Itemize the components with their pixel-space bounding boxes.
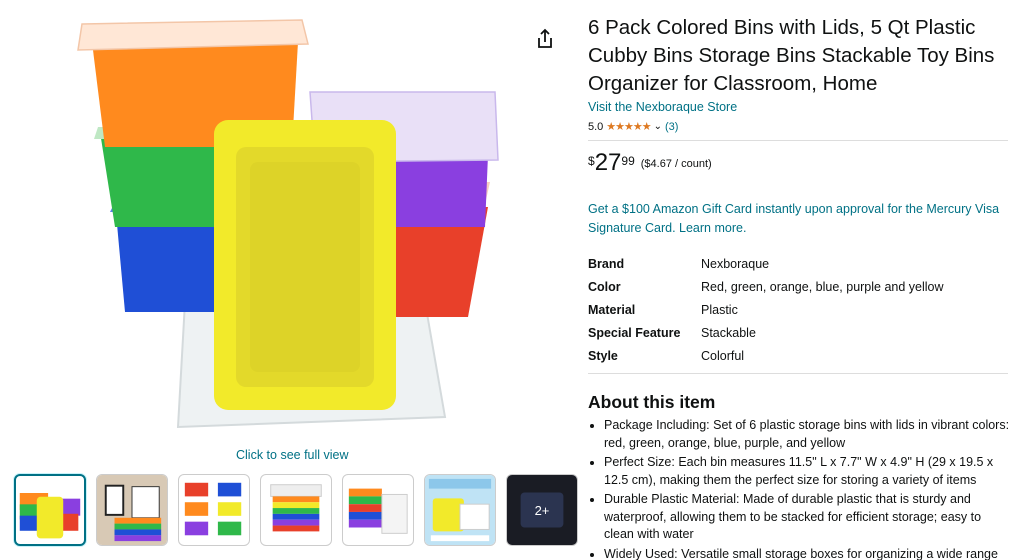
star-rating-icon[interactable]: ★★★★★	[606, 120, 651, 133]
spec-row: Color Red, green, orange, blue, purple a…	[588, 275, 1010, 298]
more-thumbnails-count: 2+	[534, 502, 550, 518]
main-product-image[interactable]	[70, 12, 510, 432]
spec-table: Brand Nexboraque Color Red, green, orang…	[588, 252, 1010, 367]
about-bullet: Perfect Size: Each bin measures 11.5" L …	[604, 454, 1010, 489]
divider	[588, 140, 1008, 141]
about-bullets: Package Including: Set of 6 plastic stor…	[588, 417, 1010, 560]
price: $ 27 99 ($4.67 / count)	[588, 151, 1010, 175]
rating-row: 5.0 ★★★★★ ⌄ (3)	[588, 120, 1010, 134]
spec-key: Style	[588, 348, 618, 363]
spec-row: Material Plastic	[588, 298, 1010, 321]
spec-key: Brand	[588, 256, 625, 271]
spec-value: Colorful	[701, 348, 745, 363]
product-title: 6 Pack Colored Bins with Lids, 5 Qt Plas…	[588, 16, 995, 95]
about-bullet: Package Including: Set of 6 plastic stor…	[604, 417, 1010, 452]
spec-value: Red, green, orange, blue, purple and yel…	[701, 279, 944, 294]
thumbnail-more[interactable]: 2+	[506, 474, 578, 546]
thumbnail-6[interactable]	[424, 474, 496, 546]
price-whole: 27	[594, 149, 622, 176]
spec-value: Plastic	[701, 302, 738, 317]
about-heading: About this item	[588, 392, 716, 412]
promo-link[interactable]: Get a $100 Amazon Gift Card instantly up…	[588, 200, 1010, 238]
thumbnail-3[interactable]	[178, 474, 250, 546]
thumbnail-1[interactable]	[14, 474, 86, 546]
thumbnail-strip: 2+	[14, 474, 578, 546]
spec-row: Brand Nexboraque	[588, 252, 1010, 275]
thumbnail-2[interactable]	[96, 474, 168, 546]
price-per-unit: ($4.67 / count)	[640, 158, 712, 170]
price-symbol: $	[588, 154, 595, 168]
about-bullet: Durable Plastic Material: Made of durabl…	[604, 491, 1010, 544]
chevron-down-icon[interactable]: ⌄	[654, 121, 662, 132]
spec-value: Stackable	[701, 325, 756, 340]
spec-row: Style Colorful	[588, 344, 1010, 367]
price-fraction: 99	[621, 154, 635, 168]
rating-count-link[interactable]: (3)	[665, 121, 678, 133]
spec-row: Special Feature Stackable	[588, 321, 1010, 344]
thumbnail-4[interactable]	[260, 474, 332, 546]
share-icon[interactable]	[535, 28, 555, 50]
thumbnail-5[interactable]	[342, 474, 414, 546]
about-bullet: Widely Used: Versatile small storage box…	[604, 546, 1010, 560]
spec-key: Material	[588, 302, 636, 317]
store-link[interactable]: Visit the Nexboraque Store	[588, 100, 737, 114]
spec-key: Color	[588, 279, 621, 294]
divider	[588, 373, 1008, 374]
full-view-link[interactable]: Click to see full view	[236, 448, 349, 462]
spec-key: Special Feature	[588, 325, 681, 340]
rating-value: 5.0	[588, 120, 604, 133]
spec-value: Nexboraque	[701, 256, 770, 271]
product-info: 6 Pack Colored Bins with Lids, 5 Qt Plas…	[588, 14, 1010, 560]
